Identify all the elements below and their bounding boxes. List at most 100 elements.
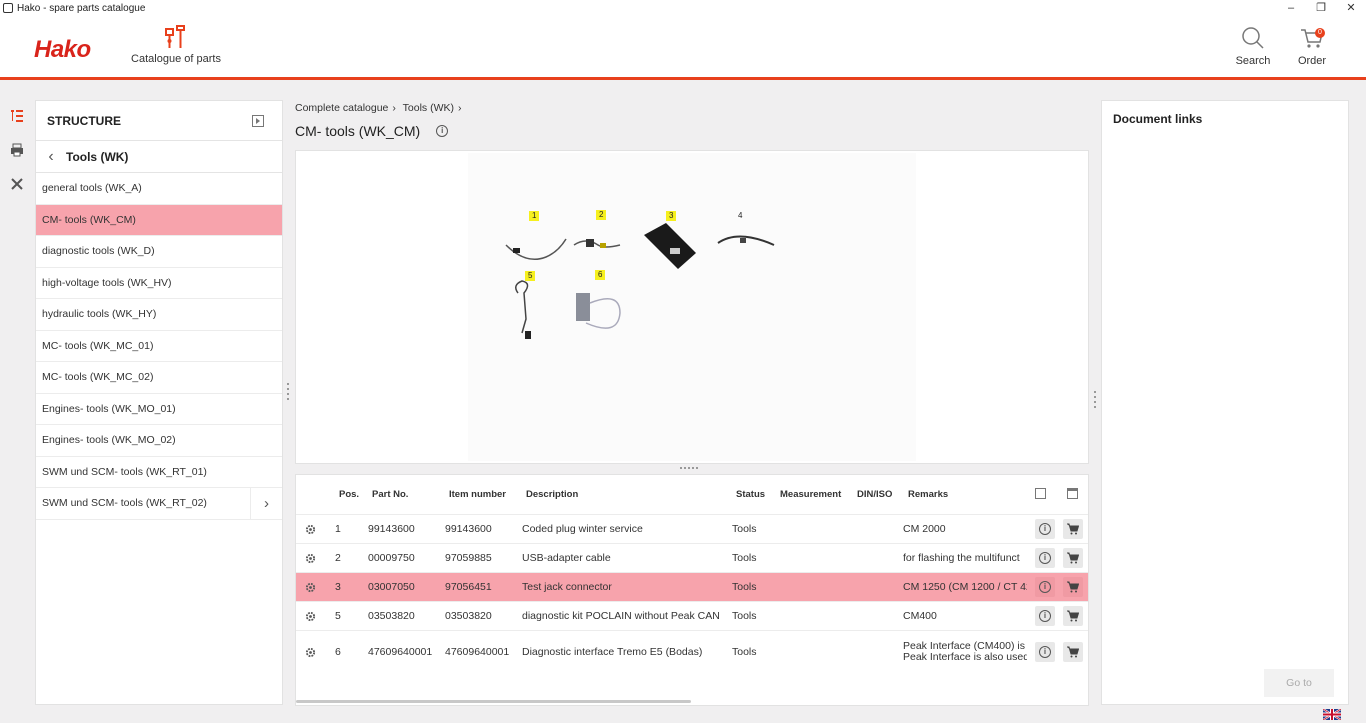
go-to-button[interactable]: Go to [1264,669,1334,697]
add-to-cart-button[interactable] [1063,606,1083,626]
cell-status: Tools [732,581,757,593]
info-button[interactable]: i [1035,577,1055,597]
structure-item[interactable]: Engines- tools (WK_MO_01) [36,394,282,425]
structure-item-label: high-voltage tools (WK_HV) [42,276,172,289]
horizontal-scrollbar[interactable] [296,700,691,703]
collapse-panel-icon[interactable] [252,115,264,127]
structure-tree-icon[interactable] [0,100,34,134]
breadcrumb-item[interactable]: Complete catalogue [295,102,388,114]
cell-remarks: CM 2000 [903,523,946,535]
left-splitter-handle[interactable] [287,383,290,403]
order-button[interactable]: 0 Order [1287,26,1337,67]
structure-item[interactable]: SWM und SCM- tools (WK_RT_01) [36,457,282,488]
uk-flag-icon[interactable] [1323,709,1341,720]
info-button[interactable]: i [1035,519,1055,539]
col-header-pos[interactable]: Pos. [339,489,359,500]
parts-illustration [505,223,775,339]
catalogue-label: Catalogue of parts [131,53,221,65]
cell-pos: 3 [335,581,341,593]
structure-item[interactable]: hydraulic tools (WK_HY) [36,299,282,331]
drawing-table-splitter[interactable] [680,467,698,469]
parts-drawing[interactable]: 1 2 3 4 5 6 [468,153,916,461]
structure-item-label: hydraulic tools (WK_HY) [42,308,157,321]
close-button[interactable]: ✕ [1336,0,1366,16]
add-to-cart-button[interactable] [1063,577,1083,597]
info-icon: i [1039,552,1051,564]
col-header-din-iso[interactable]: DIN/ISO [857,489,892,500]
info-icon: i [1039,610,1051,622]
cell-item-number: 03503820 [445,610,492,622]
table-row[interactable]: 5 03503820 03503820 diagnostic kit POCLA… [296,601,1088,630]
table-row[interactable]: 2 00009750 97059885 USB-adapter cable To… [296,543,1088,572]
col-header-measurement[interactable]: Measurement [780,489,841,500]
breadcrumb-item[interactable]: Tools (WK) [403,102,454,114]
structure-title: STRUCTURE [47,113,121,128]
cell-item-number: 99143600 [445,523,492,535]
tools-icon[interactable] [0,168,34,202]
export-icon[interactable] [1067,488,1078,499]
add-to-cart-button[interactable] [1063,642,1083,662]
gear-icon[interactable] [305,524,316,535]
gear-icon[interactable] [305,611,316,622]
structure-item[interactable]: Engines- tools (WK_MO_02) [36,425,282,457]
cell-remarks-line2: Peak Interface is also used [903,651,1027,663]
hako-logo[interactable]: Hako [34,36,91,64]
table-row-selected[interactable]: 3 03007050 97056451 Test jack connector … [296,572,1088,601]
cell-pos: 5 [335,610,341,622]
table-row[interactable]: 1 99143600 99143600 Coded plug winter se… [296,514,1088,543]
structure-item-label: CM- tools (WK_CM) [42,213,136,226]
cell-description: Test jack connector [522,581,612,593]
cell-description: USB-adapter cable [522,552,611,564]
structure-panel: STRUCTURE ‹ Tools (WK) general tools (WK… [35,100,283,705]
cell-remarks: CM 1250 (CM 1200 / CT 42 [903,581,1027,593]
info-icon: i [1039,646,1051,658]
gear-icon[interactable] [305,553,316,564]
chevron-right-icon[interactable]: › [250,488,282,519]
add-to-cart-button[interactable] [1063,548,1083,568]
print-icon[interactable] [0,134,34,168]
structure-item-label: MC- tools (WK_MC_01) [42,339,154,352]
catalogue-button[interactable]: Catalogue of parts [130,24,222,65]
cell-part-no: 99143600 [368,523,415,535]
col-header-part-no[interactable]: Part No. [372,489,408,500]
cart-icon [1067,646,1080,658]
cell-status: Tools [732,610,757,622]
structure-back-row[interactable]: ‹ Tools (WK) [36,141,282,173]
col-header-description[interactable]: Description [526,489,578,500]
exploded-drawing-panel: 1 2 3 4 5 6 [295,150,1089,464]
left-rail [0,100,34,202]
info-button[interactable]: i [1035,642,1055,662]
structure-item[interactable]: high-voltage tools (WK_HV) [36,268,282,299]
info-button[interactable]: i [1035,548,1055,568]
add-to-cart-button[interactable] [1063,519,1083,539]
structure-item[interactable]: MC- tools (WK_MC_01) [36,331,282,362]
structure-item-label: SWM und SCM- tools (WK_RT_01) [42,465,207,478]
gear-icon[interactable] [305,647,316,658]
col-header-remarks[interactable]: Remarks [908,489,948,500]
gear-icon[interactable] [305,582,316,593]
col-header-status[interactable]: Status [736,489,765,500]
info-icon: i [1039,523,1051,535]
search-button[interactable]: Search [1228,26,1278,67]
column-settings-icon[interactable] [1035,488,1046,499]
info-button[interactable]: i [1035,606,1055,626]
info-icon[interactable]: i [436,125,449,137]
minimize-button[interactable]: – [1276,0,1306,16]
order-count-badge: 0 [1315,28,1325,38]
structure-item[interactable]: general tools (WK_A) [36,173,282,205]
structure-item-selected[interactable]: CM- tools (WK_CM) [36,204,282,236]
cart-icon [1067,523,1080,535]
structure-item[interactable]: MC- tools (WK_MC_02) [36,362,282,394]
structure-item[interactable]: SWM und SCM- tools (WK_RT_02) › [36,488,282,520]
structure-item[interactable]: diagnostic tools (WK_D) [36,236,282,268]
cell-status: Tools [732,523,757,535]
cell-part-no: 03503820 [368,610,415,622]
maximize-button[interactable]: ❐ [1306,0,1336,16]
col-header-item-number[interactable]: Item number [449,489,506,500]
page-title-row: CM- tools (WK_CM) i [295,123,449,139]
chevron-left-icon[interactable]: ‹ [36,148,66,166]
right-splitter-handle[interactable] [1094,391,1097,411]
table-row[interactable]: 6 47609640001 47609640001 Diagnostic int… [296,630,1088,673]
search-icon [1242,27,1264,49]
cell-item-number: 47609640001 [445,646,510,658]
